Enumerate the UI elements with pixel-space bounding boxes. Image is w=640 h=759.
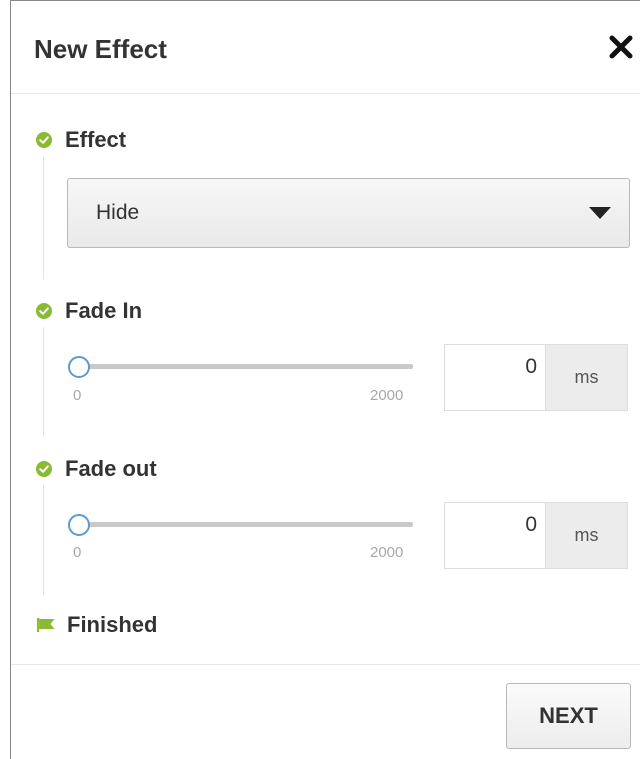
- fade-in-input-group: ms: [444, 344, 628, 411]
- fade-in-slider-min: 0: [73, 387, 82, 404]
- step-label-fade-in: Fade In: [65, 298, 143, 323]
- step-label-fade-out: Fade out: [65, 456, 157, 481]
- fade-out-input-group: ms: [444, 502, 628, 569]
- fade-out-slider-track[interactable]: [79, 522, 413, 527]
- check-circle-icon: [36, 132, 52, 148]
- next-button[interactable]: NEXT: [506, 683, 631, 749]
- fade-out-unit: ms: [545, 503, 627, 568]
- close-icon[interactable]: [607, 33, 635, 61]
- fade-in-slider-thumb[interactable]: [68, 356, 90, 378]
- fade-in-slider-track[interactable]: [79, 364, 413, 369]
- dialog-header: New Effect: [11, 1, 640, 94]
- footer-divider: [11, 664, 640, 665]
- fade-out-slider-min: 0: [73, 544, 82, 561]
- check-circle-icon: [36, 303, 52, 319]
- check-circle-icon: [36, 461, 52, 477]
- step-label-effect: Effect: [65, 127, 127, 152]
- caret-down-icon: [589, 207, 611, 219]
- fade-out-ms-input[interactable]: [445, 503, 545, 568]
- effect-select-value: Hide: [96, 201, 140, 224]
- effect-select[interactable]: Hide: [67, 178, 630, 248]
- step-label-finished: Finished: [67, 612, 158, 637]
- fade-in-slider-max: 2000: [370, 387, 404, 404]
- step-connector: [43, 327, 44, 437]
- step-connector: [43, 485, 44, 595]
- new-effect-dialog: New Effect Effect Hide Fade In 0 2000 ms…: [10, 0, 640, 759]
- fade-in-ms-input[interactable]: [445, 345, 545, 410]
- fade-out-slider-max: 2000: [370, 544, 404, 561]
- flag-icon: [37, 618, 55, 632]
- step-connector: [43, 157, 44, 279]
- fade-out-slider-thumb[interactable]: [68, 514, 90, 536]
- dialog-title: New Effect: [34, 34, 167, 64]
- fade-in-unit: ms: [545, 345, 627, 410]
